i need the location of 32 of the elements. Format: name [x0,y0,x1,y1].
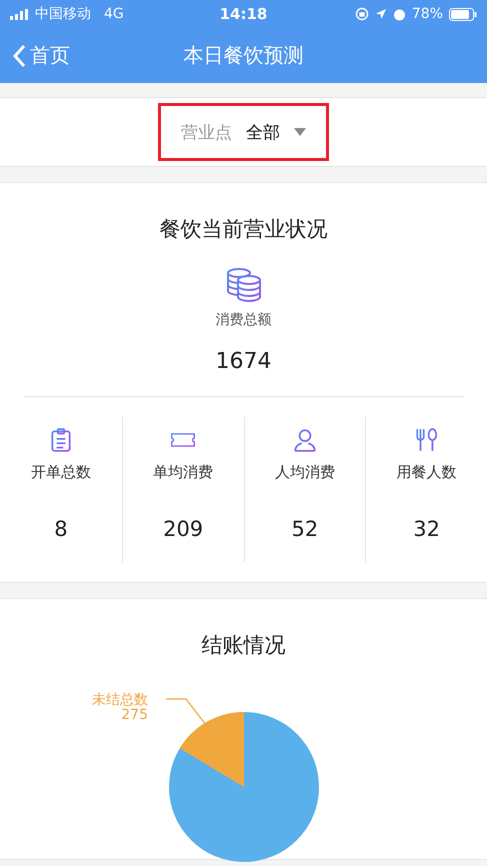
page-title: 本日餐饮预测 [184,43,304,67]
person-icon [292,427,318,453]
section-title: 餐饮当前营业状况 [160,216,328,243]
signal-icon [10,8,30,20]
slice-value: 275 [121,708,148,723]
filter-value: 全部 [246,122,280,144]
clock-time: 14:18 [220,5,268,23]
stat-value: 209 [163,517,204,541]
stat-label: 用餐人数 [396,463,457,482]
battery-icon [449,8,478,20]
stat-label: 单均消费 [153,463,214,482]
carrier-name: 中国移动 [35,5,91,23]
network-type: 4G [104,6,124,22]
outlet-filter[interactable]: 营业点 全部 [158,103,329,161]
total-value: 1674 [216,349,272,374]
stat-value: 8 [54,517,68,541]
stat-label: 开单总数 [30,463,91,482]
section-title: 结账情况 [202,632,286,659]
location-arrow-icon [374,8,387,20]
coins-icon [224,267,262,303]
filter-label: 营业点 [181,122,232,144]
slice-label: 未结总数 [92,693,148,708]
rotation-lock-icon [354,7,369,21]
leader-line [166,698,206,726]
battery-percent: 78% [412,6,444,22]
dropdown-caret-icon [294,128,306,136]
stat-label: 人均消费 [274,463,335,482]
cutlery-icon [414,427,440,453]
total-label: 消费总额 [216,311,272,329]
stat-value: 32 [413,517,440,541]
stat-value: 52 [292,517,318,541]
back-chevron-icon [12,44,26,68]
